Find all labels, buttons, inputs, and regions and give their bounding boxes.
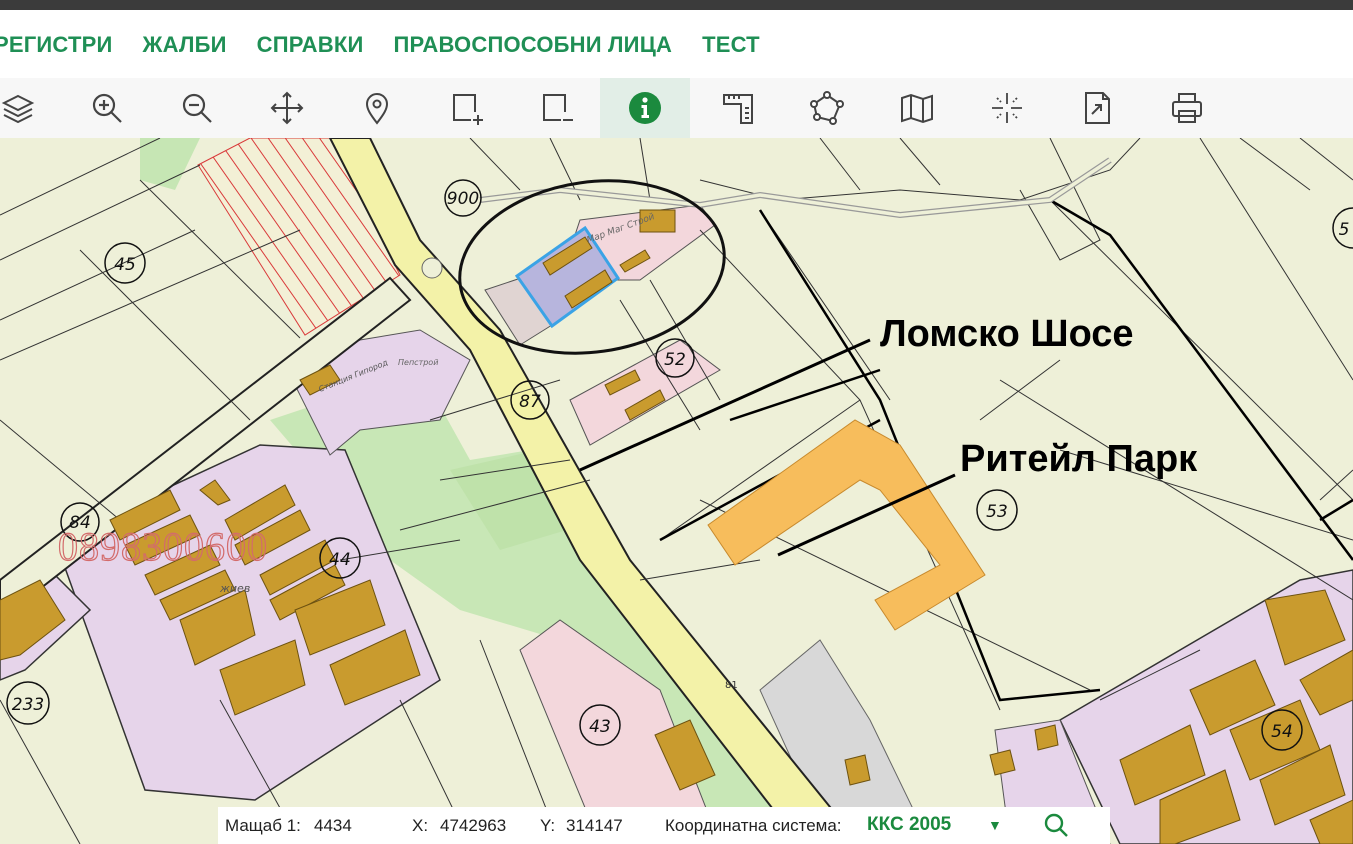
parcel-label: 900 [447, 189, 479, 209]
layers-button[interactable] [0, 78, 48, 138]
search-button[interactable] [1043, 812, 1069, 843]
zoom-in-icon [92, 93, 122, 123]
polygon-icon [810, 91, 844, 125]
zoom-out-icon [182, 93, 212, 123]
add-rectangle-button[interactable] [437, 78, 497, 138]
info-icon [629, 92, 661, 124]
print-icon [1172, 93, 1202, 123]
map-button[interactable] [887, 78, 947, 138]
pan-button[interactable] [257, 78, 317, 138]
parcel-label: 233 [12, 695, 44, 715]
main-navigation: РЕГИСТРИ ЖАЛБИ СПРАВКИ ПРАВОСПОСОБНИ ЛИЦ… [0, 10, 1353, 78]
road-number-label: 81 [725, 680, 738, 691]
search-icon [1044, 813, 1068, 837]
map-toolbar [0, 78, 1353, 138]
parcel-label: 43 [589, 717, 611, 737]
parcel-label: 53 [986, 502, 1008, 522]
print-button[interactable] [1157, 78, 1217, 138]
chevron-down-icon[interactable]: ▼ [988, 817, 1002, 833]
nav-item-references[interactable]: СПРАВКИ [257, 32, 364, 58]
export-icon [1085, 92, 1110, 124]
x-coordinate-value: 4742963 [440, 816, 507, 835]
building-label: Пепстрой [398, 358, 438, 367]
parcel-label: 87 [519, 392, 541, 412]
zoom-out-button[interactable] [167, 78, 227, 138]
ruler-button[interactable] [707, 78, 767, 138]
scale-label: Мащаб 1: [225, 816, 301, 835]
cadastral-map[interactable]: 900 45 52 87 84 44 53 233 43 54 5 81 Мар… [0, 138, 1353, 844]
add-rectangle-icon [453, 94, 483, 125]
window-top-bar [0, 0, 1353, 10]
map-canvas[interactable]: 900 45 52 87 84 44 53 233 43 54 5 81 Мар… [0, 138, 1353, 844]
y-coordinate-label: Y: [540, 816, 556, 835]
remove-rectangle-icon [543, 94, 573, 121]
parcel-label: 45 [114, 255, 136, 275]
nav-item-complaints[interactable]: ЖАЛБИ [143, 32, 227, 58]
ruler-icon [723, 94, 753, 124]
scale-value[interactable]: 4434 [314, 816, 352, 836]
crosshair-button[interactable] [977, 78, 1037, 138]
parcel-label: 52 [664, 350, 686, 370]
layers-icon [1, 94, 35, 124]
crs-label: Координатна система: [665, 816, 842, 835]
crs-select[interactable]: ККС 2005 [867, 814, 951, 836]
parcel-label: 44 [329, 550, 351, 570]
roundabout [421, 257, 443, 279]
map-status-bar: Мащаб 1: 4434 X: 4742963 Y: 314147 Коорд… [218, 807, 1110, 844]
location-pin-icon [365, 93, 389, 125]
parcel-label: 54 [1271, 722, 1293, 742]
road-annotation: Ломско Шосе [880, 313, 1134, 355]
info-button[interactable] [600, 78, 690, 138]
nav-item-test[interactable]: ТЕСТ [702, 32, 760, 58]
nav-item-licensed-persons[interactable]: ПРАВОСПОСОБНИ ЛИЦА [393, 32, 672, 58]
watermark-phone: 0898300600 [57, 523, 268, 569]
x-coordinate-label: X: [412, 816, 429, 835]
location-button[interactable] [347, 78, 407, 138]
remove-rectangle-button[interactable] [527, 78, 587, 138]
parcel-label: 5 [1339, 220, 1350, 240]
map-icon [901, 93, 933, 124]
retail-annotation: Ритейл Парк [960, 438, 1198, 480]
crosshair-icon [992, 93, 1022, 123]
nav-item-registers[interactable]: РЕГИСТРИ [0, 32, 113, 58]
y-coordinate-value: 314147 [566, 816, 623, 835]
zoom-in-button[interactable] [77, 78, 137, 138]
building-label: жиев [219, 582, 250, 595]
polygon-button[interactable] [797, 78, 857, 138]
pan-icon [270, 91, 304, 125]
export-button[interactable] [1067, 78, 1127, 138]
